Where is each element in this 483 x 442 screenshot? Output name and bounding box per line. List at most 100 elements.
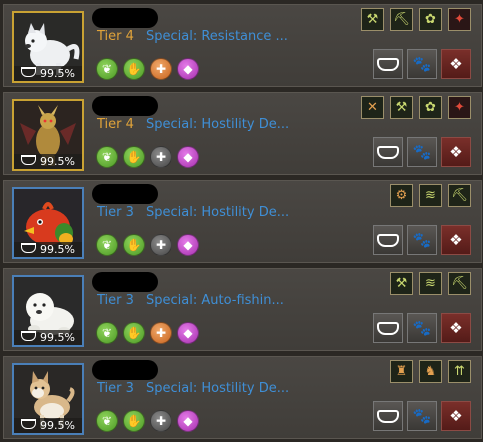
gem-skill-icon[interactable]: ◆: [177, 410, 199, 432]
feed-bowl-icon: [377, 234, 399, 247]
pet-special: Special: Auto-fishin...: [146, 293, 284, 308]
feed-bowl-icon: [377, 146, 399, 159]
compass-skill-icon[interactable]: ✚: [150, 410, 172, 432]
paw-icon: 🐾: [412, 319, 432, 337]
cat-skill-icon[interactable]: ❦: [96, 58, 118, 80]
pet-portrait[interactable]: 99.5%: [12, 11, 84, 83]
compass-skill-icon[interactable]: ✚: [150, 58, 172, 80]
cat-skill-icon[interactable]: ❦: [96, 234, 118, 256]
feed-bowl-icon: [377, 410, 399, 423]
pet-name-redacted: [92, 360, 158, 380]
pet-tier: Tier 4: [97, 117, 134, 132]
ore-icon[interactable]: ⚒: [390, 272, 413, 295]
pet-row[interactable]: 99.5% Tier 3 Special: Auto-fishin... ❦ ✋ ✚ ◆ ⚒ ≋…: [3, 268, 482, 351]
feed-button[interactable]: [373, 401, 403, 431]
pet-list: 99.5% Tier 4 Special: Resistance ... ❦ ✋ ✚ ◆ ⚒ ⛏…: [0, 0, 483, 442]
food-value: 99.5%: [40, 67, 75, 80]
hand-skill-icon[interactable]: ✋: [123, 58, 145, 80]
feed-button[interactable]: [373, 225, 403, 255]
compass-skill-icon[interactable]: ✚: [150, 322, 172, 344]
pet-portrait[interactable]: 99.5%: [12, 99, 84, 171]
cat-skill-icon[interactable]: ❦: [96, 322, 118, 344]
pet-name-redacted: [92, 8, 158, 28]
boss-icon[interactable]: ✦: [448, 96, 471, 119]
axe-icon[interactable]: ✕: [361, 96, 384, 119]
pet-tier: Tier 4: [97, 29, 134, 44]
pet-portrait[interactable]: 99.5%: [12, 187, 84, 259]
pet-actions: 🐾 ❖: [373, 137, 471, 167]
compass-skill-icon[interactable]: ✚: [150, 234, 172, 256]
hand-skill-icon[interactable]: ✋: [123, 410, 145, 432]
pet-actions: 🐾 ❖: [373, 313, 471, 343]
food-level: 99.5%: [14, 154, 82, 169]
ore-icon[interactable]: ⚒: [390, 96, 413, 119]
pet-info-button[interactable]: 🐾: [407, 401, 437, 431]
release-pet-button[interactable]: ❖: [441, 49, 471, 79]
food-value: 99.5%: [40, 331, 75, 344]
potion-icon[interactable]: ♜: [390, 360, 413, 383]
pet-special: Special: Hostility De...: [146, 381, 290, 396]
hand-skill-icon[interactable]: ✋: [123, 146, 145, 168]
pickaxe-icon[interactable]: ⛏: [390, 8, 413, 31]
ore-icon[interactable]: ⚒: [361, 8, 384, 31]
box-release-icon: ❖: [449, 407, 463, 425]
food-bowl-icon: [21, 419, 37, 429]
food-value: 99.5%: [40, 243, 75, 256]
pickaxe-icon[interactable]: ⛏: [448, 184, 471, 207]
cart-icon[interactable]: ⚙: [390, 184, 413, 207]
gem-skill-icon[interactable]: ◆: [177, 234, 199, 256]
release-pet-button[interactable]: ❖: [441, 313, 471, 343]
pet-info-button[interactable]: 🐾: [407, 137, 437, 167]
food-bowl-icon: [21, 155, 37, 165]
pet-row[interactable]: 99.5% Tier 3 Special: Hostility De... ❦ ✋ ✚ ◆ ♜…: [3, 356, 482, 439]
pet-row[interactable]: 99.5% Tier 4 Special: Hostility De... ❦ ✋ ✚ ◆ ✕…: [3, 92, 482, 175]
food-bowl-icon: [21, 243, 37, 253]
boss-icon[interactable]: ✦: [448, 8, 471, 31]
hand-skill-icon[interactable]: ✋: [123, 322, 145, 344]
feed-button[interactable]: [373, 137, 403, 167]
release-pet-button[interactable]: ❖: [441, 137, 471, 167]
hand-skill-icon[interactable]: ✋: [123, 234, 145, 256]
pet-info-button[interactable]: 🐾: [407, 225, 437, 255]
pet-portrait[interactable]: 99.5%: [12, 275, 84, 347]
food-value: 99.5%: [40, 419, 75, 432]
release-pet-button[interactable]: ❖: [441, 401, 471, 431]
gem-skill-icon[interactable]: ◆: [177, 322, 199, 344]
pet-actions: 🐾 ❖: [373, 401, 471, 431]
pet-special: Special: Hostility De...: [146, 205, 290, 220]
box-release-icon: ❖: [449, 55, 463, 73]
release-pet-button[interactable]: ❖: [441, 225, 471, 255]
pet-row[interactable]: 99.5% Tier 3 Special: Hostility De... ❦ ✋ ✚ ◆ ⚙…: [3, 180, 482, 263]
food-value: 99.5%: [40, 155, 75, 168]
food-level: 99.5%: [14, 330, 82, 345]
compass-skill-icon[interactable]: ✚: [150, 146, 172, 168]
pet-actions: 🐾 ❖: [373, 49, 471, 79]
gathering-icon[interactable]: ✿: [419, 8, 442, 31]
paw-icon: 🐾: [412, 55, 432, 73]
box-release-icon: ❖: [449, 143, 463, 161]
food-bowl-icon: [21, 67, 37, 77]
pet-name-redacted: [92, 272, 158, 292]
feed-button[interactable]: [373, 313, 403, 343]
pet-special: Special: Hostility De...: [146, 117, 290, 132]
wing-icon[interactable]: ≋: [419, 184, 442, 207]
food-level: 99.5%: [14, 418, 82, 433]
upgrade-icon[interactable]: ⇈: [448, 360, 471, 383]
wing-icon[interactable]: ≋: [419, 272, 442, 295]
cat-skill-icon[interactable]: ❦: [96, 146, 118, 168]
pickaxe-icon[interactable]: ⛏: [448, 272, 471, 295]
pet-info-button[interactable]: 🐾: [407, 313, 437, 343]
pet-portrait[interactable]: 99.5%: [12, 363, 84, 435]
gem-skill-icon[interactable]: ◆: [177, 58, 199, 80]
gem-skill-icon[interactable]: ◆: [177, 146, 199, 168]
gathering-icon[interactable]: ✿: [419, 96, 442, 119]
pet-name-redacted: [92, 96, 158, 116]
box-release-icon: ❖: [449, 319, 463, 337]
pet-row[interactable]: 99.5% Tier 4 Special: Resistance ... ❦ ✋ ✚ ◆ ⚒ ⛏…: [3, 4, 482, 87]
feed-button[interactable]: [373, 49, 403, 79]
beast-icon[interactable]: ♞: [419, 360, 442, 383]
food-bowl-icon: [21, 331, 37, 341]
pet-info-button[interactable]: 🐾: [407, 49, 437, 79]
cat-skill-icon[interactable]: ❦: [96, 410, 118, 432]
pet-tier: Tier 3: [97, 205, 134, 220]
